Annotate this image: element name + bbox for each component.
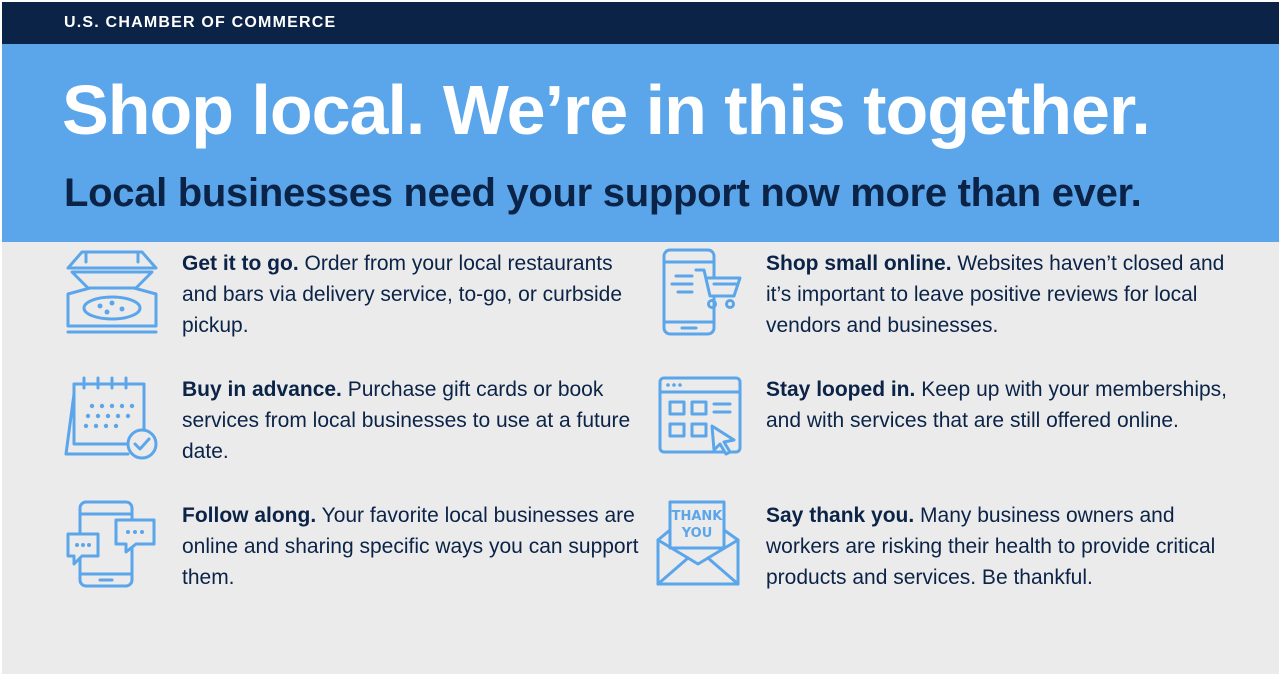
pizza-box-icon [64,248,160,338]
infographic: U.S. CHAMBER OF COMMERCE Shop local. We’… [2,2,1279,674]
tip-shop-small-online: Shop small online. Websites haven’t clos… [648,248,1224,338]
tip-title: Shop small online. [766,252,952,275]
tip-get-it-to-go: Get it to go. Order from your local rest… [64,248,622,338]
subheadline: Local businesses need your support now m… [64,171,1142,215]
tip-title: Follow along. [182,504,317,527]
tip-title: Buy in advance. [182,378,342,401]
tip-follow-along: Follow along. Your favorite local busine… [64,500,638,590]
calendar-check-icon [64,374,160,464]
top-bar: U.S. CHAMBER OF COMMERCE [2,2,1279,44]
hero-banner: Shop local. We’re in this together. Loca… [2,44,1279,242]
org-name: U.S. CHAMBER OF COMMERCE [64,14,337,31]
phone-cart-icon [648,248,744,338]
thank-you-envelope-icon: THANK YOU [648,500,744,590]
icon-text-you: YOU [681,526,713,541]
tip-stay-looped-in: Stay looped in. Keep up with your member… [648,374,1227,464]
tip-say-thank-you: THANK YOU Say thank you. Many business o… [648,500,1215,590]
tip-title: Get it to go. [182,252,299,275]
tip-buy-in-advance: Buy in advance. Purchase gift cards or b… [64,374,630,464]
phone-chat-icon [64,500,160,590]
icon-text-thank: THANK [672,509,724,524]
browser-click-icon [648,374,744,464]
tip-title: Stay looped in. [766,378,916,401]
tip-title: Say thank you. [766,504,915,527]
headline: Shop local. We’re in this together. [62,71,1151,149]
